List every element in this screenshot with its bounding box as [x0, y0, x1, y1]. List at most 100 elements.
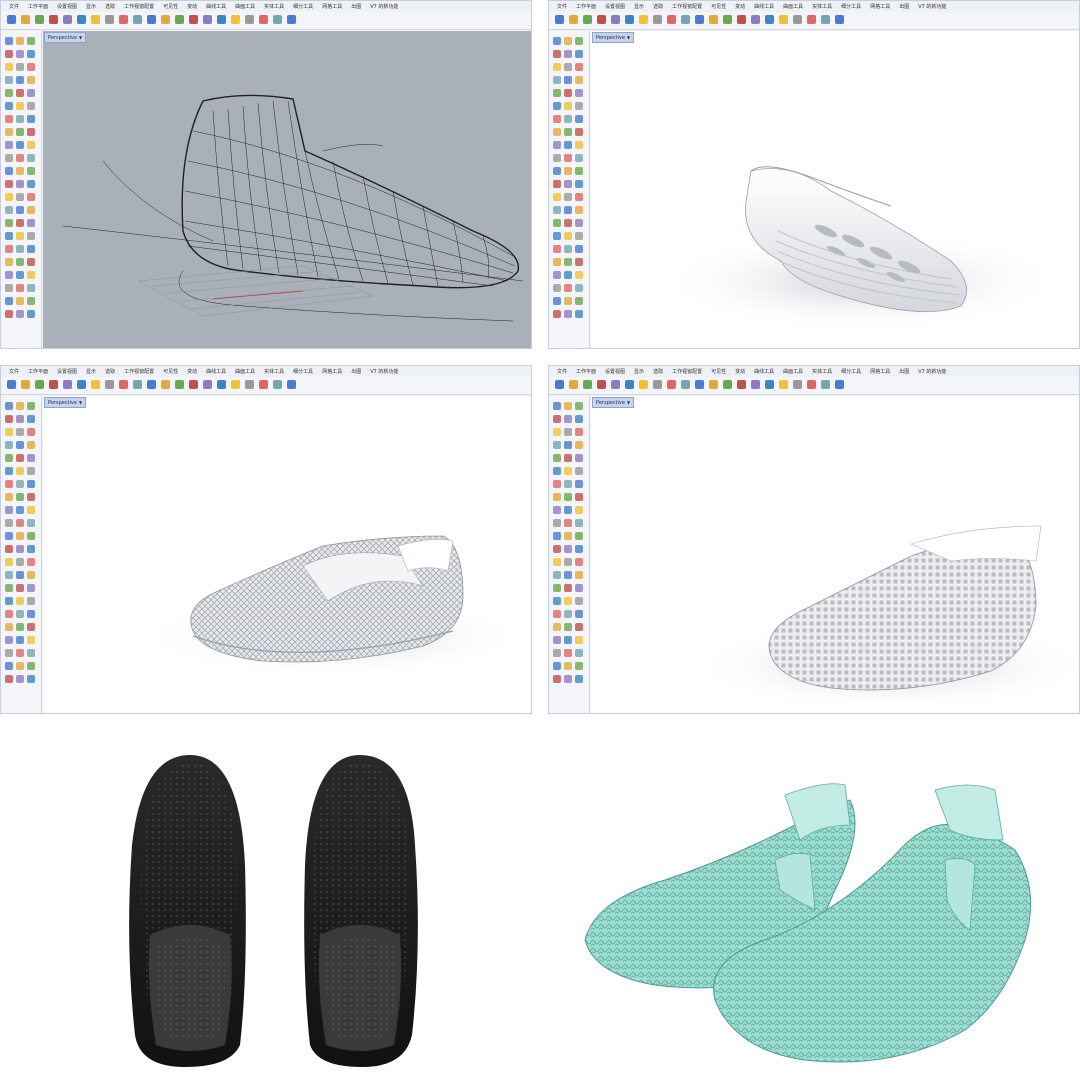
tool-icon[interactable]	[27, 675, 35, 683]
tool-icon[interactable]	[5, 597, 13, 605]
tool-icon[interactable]	[5, 310, 13, 318]
select-icon[interactable]	[189, 380, 198, 389]
tool-icon[interactable]	[564, 232, 572, 240]
help-icon[interactable]	[287, 15, 296, 24]
cut-icon[interactable]	[63, 380, 72, 389]
tool-icon[interactable]	[27, 232, 35, 240]
tool-icon[interactable]	[27, 63, 35, 71]
tool-icon[interactable]	[553, 76, 561, 84]
zoom-icon[interactable]	[147, 380, 156, 389]
tool-icon[interactable]	[564, 76, 572, 84]
tool-icon[interactable]	[575, 180, 583, 188]
menu-file[interactable]: 文件	[9, 3, 19, 10]
tool-icon[interactable]	[27, 532, 35, 540]
menu-display[interactable]: 显示	[634, 368, 644, 375]
tool-icon[interactable]	[575, 232, 583, 240]
menu-viewport-layout[interactable]: 工作视窗配置	[124, 368, 154, 375]
tool-icon[interactable]	[553, 180, 561, 188]
tool-icon[interactable]	[16, 428, 24, 436]
tool-icon[interactable]	[553, 480, 561, 488]
tool-icon[interactable]	[16, 597, 24, 605]
tool-icon[interactable]	[575, 571, 583, 579]
menu-curve-tools[interactable]: 曲线工具	[206, 3, 226, 10]
pan-icon[interactable]	[119, 15, 128, 24]
tool-icon[interactable]	[16, 284, 24, 292]
tool-icon[interactable]	[564, 284, 572, 292]
tool-icon[interactable]	[16, 245, 24, 253]
menu-mesh-tools[interactable]: 网格工具	[322, 3, 342, 10]
tool-icon[interactable]	[575, 415, 583, 423]
pan-icon[interactable]	[667, 15, 676, 24]
layer-icon[interactable]	[217, 15, 226, 24]
tool-icon[interactable]	[564, 271, 572, 279]
tool-icon[interactable]	[16, 545, 24, 553]
menu-v7-new[interactable]: V7 的新功能	[370, 368, 398, 375]
zoom-window-icon[interactable]	[161, 380, 170, 389]
save-icon[interactable]	[35, 15, 44, 24]
tool-icon[interactable]	[5, 271, 13, 279]
tool-icon[interactable]	[575, 141, 583, 149]
menu-select[interactable]: 选取	[105, 3, 115, 10]
tool-icon[interactable]	[575, 662, 583, 670]
menu-mesh-tools[interactable]: 网格工具	[322, 368, 342, 375]
menu-solid-tools[interactable]: 实体工具	[264, 368, 284, 375]
tool-icon[interactable]	[575, 271, 583, 279]
tool-icon[interactable]	[564, 649, 572, 657]
menu-set-view[interactable]: 设置视图	[57, 368, 77, 375]
tool-icon[interactable]	[575, 115, 583, 123]
tool-icon[interactable]	[16, 649, 24, 657]
tool-icon[interactable]	[27, 297, 35, 305]
tool-icon[interactable]	[553, 467, 561, 475]
cut-icon[interactable]	[611, 15, 620, 24]
tool-icon[interactable]	[553, 493, 561, 501]
zoom-icon[interactable]	[695, 15, 704, 24]
tool-icon[interactable]	[5, 402, 13, 410]
tool-icon[interactable]	[564, 545, 572, 553]
tool-icon[interactable]	[16, 402, 24, 410]
pan-icon[interactable]	[667, 380, 676, 389]
tool-icon[interactable]	[564, 532, 572, 540]
tool-icon[interactable]	[564, 297, 572, 305]
tool-icon[interactable]	[16, 128, 24, 136]
tool-icon[interactable]	[575, 154, 583, 162]
tool-icon[interactable]	[564, 597, 572, 605]
tool-icon[interactable]	[575, 219, 583, 227]
menu-layout[interactable]: 出图	[351, 3, 361, 10]
tool-icon[interactable]	[27, 584, 35, 592]
menu-visibility[interactable]: 可见性	[711, 3, 726, 10]
tool-icon[interactable]	[16, 467, 24, 475]
tool-icon[interactable]	[16, 519, 24, 527]
tool-icon[interactable]	[553, 63, 561, 71]
tool-icon[interactable]	[27, 454, 35, 462]
tool-icon[interactable]	[564, 623, 572, 631]
tool-icon[interactable]	[16, 115, 24, 123]
tool-icon[interactable]	[27, 284, 35, 292]
material-icon[interactable]	[793, 15, 802, 24]
zoom-extents-icon[interactable]	[723, 15, 732, 24]
tool-icon[interactable]	[564, 245, 572, 253]
tool-icon[interactable]	[27, 402, 35, 410]
tool-icon[interactable]	[575, 89, 583, 97]
tool-icon[interactable]	[27, 649, 35, 657]
menu-transform[interactable]: 变动	[187, 3, 197, 10]
layer-icon[interactable]	[217, 380, 226, 389]
tool-icon[interactable]	[575, 506, 583, 514]
menu-file[interactable]: 文件	[557, 368, 567, 375]
tool-icon[interactable]	[5, 662, 13, 670]
tool-icon[interactable]	[5, 258, 13, 266]
menu-layout[interactable]: 出图	[351, 368, 361, 375]
tool-icon[interactable]	[27, 519, 35, 527]
tool-icon[interactable]	[5, 558, 13, 566]
save-icon[interactable]	[583, 15, 592, 24]
tool-icon[interactable]	[5, 219, 13, 227]
light-icon[interactable]	[231, 15, 240, 24]
tool-icon[interactable]	[16, 206, 24, 214]
tool-icon[interactable]	[564, 219, 572, 227]
tool-icon[interactable]	[575, 545, 583, 553]
tool-icon[interactable]	[27, 271, 35, 279]
tool-icon[interactable]	[27, 154, 35, 162]
tool-icon[interactable]	[575, 37, 583, 45]
pan-icon[interactable]	[119, 380, 128, 389]
rotate-icon[interactable]	[133, 380, 142, 389]
tool-icon[interactable]	[564, 506, 572, 514]
